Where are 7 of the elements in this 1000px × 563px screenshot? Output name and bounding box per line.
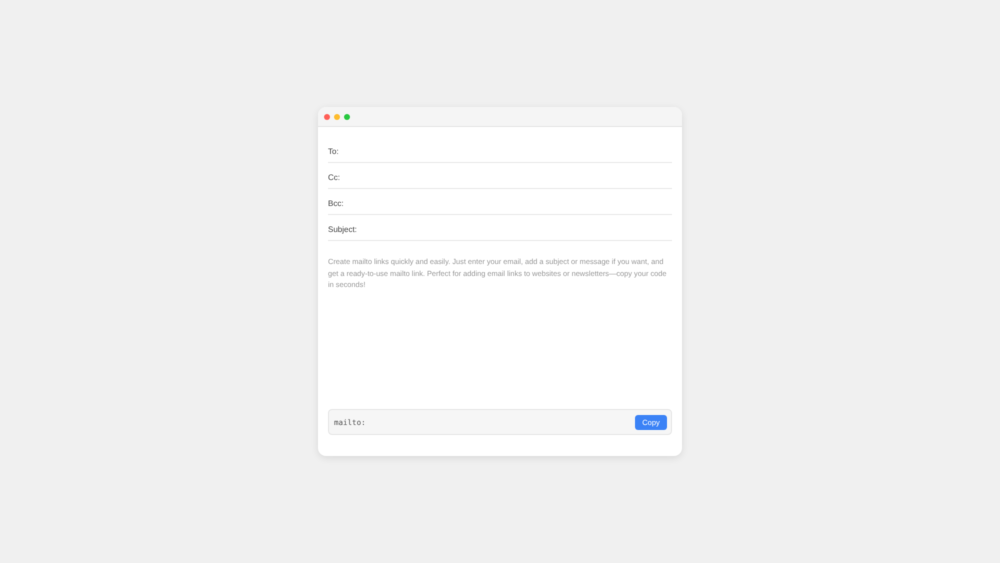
- input-field[interactable]: Bcc:: [328, 189, 672, 215]
- zoom-button[interactable]: [344, 114, 350, 120]
- input-field[interactable]: To:: [328, 137, 672, 163]
- input-field[interactable]: Subject:: [328, 215, 672, 241]
- input-field[interactable]: Cc:: [328, 163, 672, 189]
- close-button[interactable]: [324, 114, 330, 120]
- minimize-button[interactable]: [334, 114, 340, 120]
